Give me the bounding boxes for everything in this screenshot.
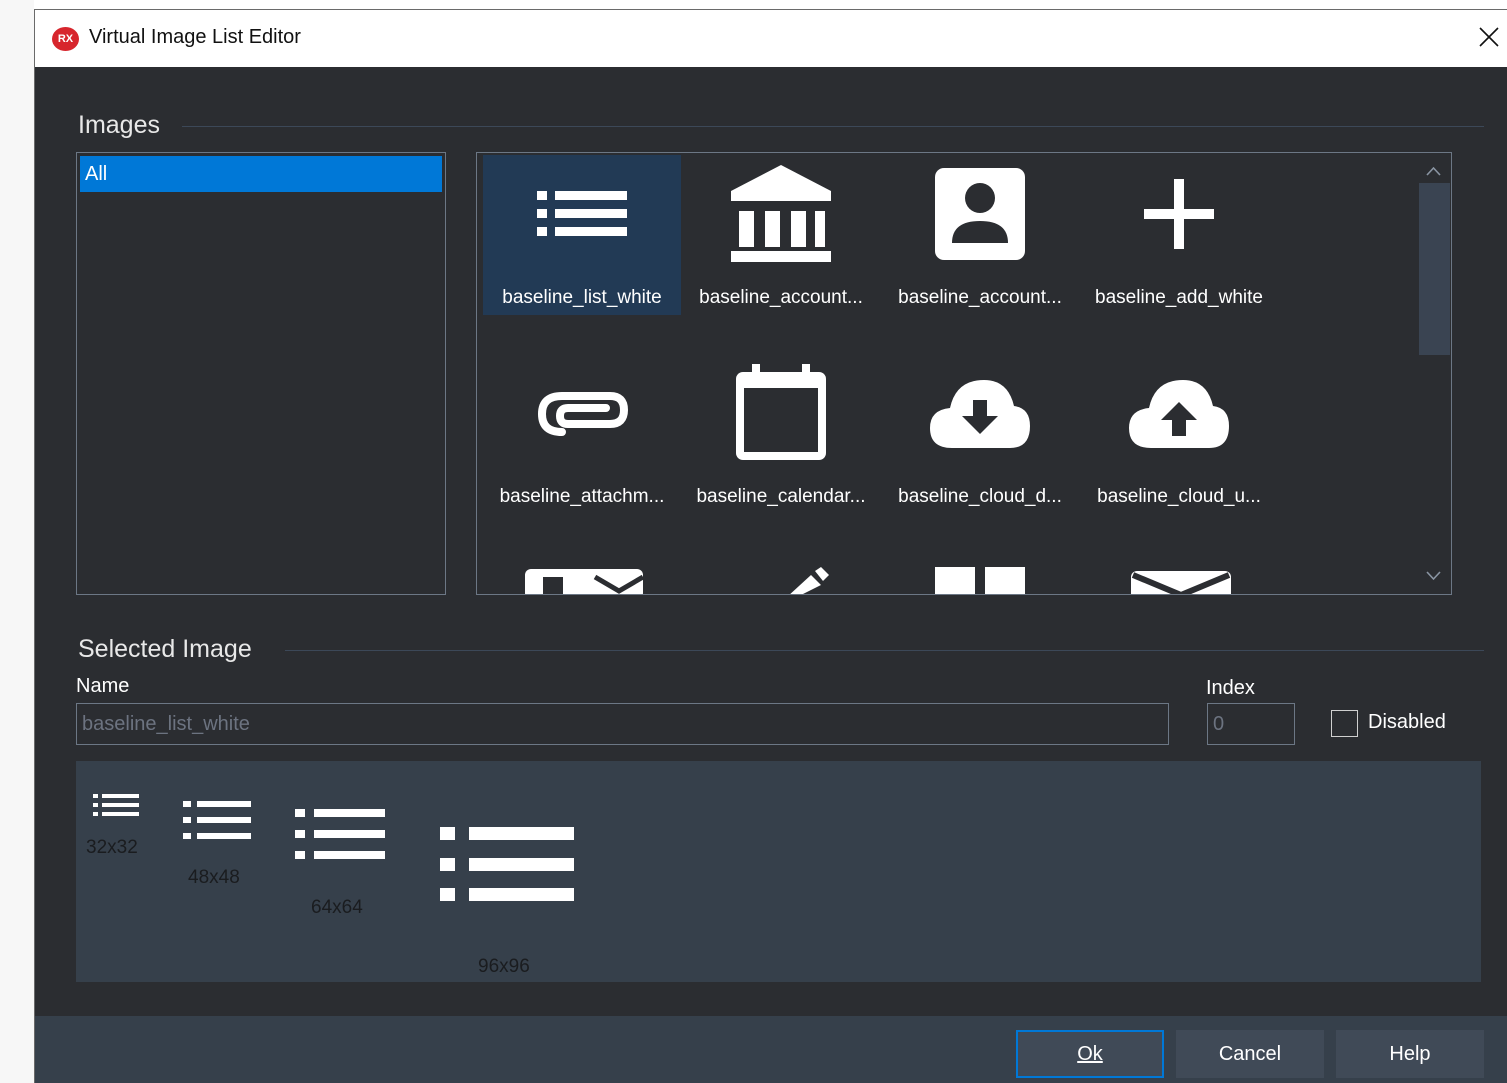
cancel-button[interactable]: Cancel xyxy=(1176,1030,1324,1078)
image-item-label: baseline_add_white xyxy=(1095,287,1263,308)
app-logo-icon: RX xyxy=(52,27,79,51)
category-item-all[interactable]: All xyxy=(80,156,442,192)
preview-size-label: 64x64 xyxy=(311,897,363,918)
add-icon xyxy=(1144,179,1214,249)
list-icon-32 xyxy=(93,794,139,816)
attachment-icon xyxy=(537,392,629,436)
account-balance-icon xyxy=(731,165,831,262)
cloud-download-icon xyxy=(930,380,1030,448)
close-button[interactable] xyxy=(1468,16,1507,60)
calendar-icon xyxy=(736,364,826,460)
image-item[interactable]: baseline_calendar... xyxy=(682,354,880,514)
ok-button[interactable]: Ok xyxy=(1016,1030,1164,1078)
image-item-label: baseline_account... xyxy=(699,287,863,308)
images-group-divider xyxy=(182,126,1484,127)
name-field[interactable]: baseline_list_white xyxy=(76,703,1169,745)
dialog-footer: Ok Cancel Help xyxy=(35,1016,1507,1083)
images-group-title: Images xyxy=(78,111,160,139)
mail-icon xyxy=(1131,571,1231,594)
preview-size-label: 96x96 xyxy=(478,956,530,977)
list-icon-48 xyxy=(183,801,251,839)
close-icon xyxy=(1479,27,1499,47)
edit-icon xyxy=(790,567,829,594)
contact-mail-icon xyxy=(525,569,645,594)
chevron-up-icon xyxy=(1426,166,1441,176)
image-item-label: baseline_calendar... xyxy=(696,486,866,507)
dialog-window: RX Virtual Image List Editor Images All … xyxy=(34,9,1507,1083)
account-box-icon xyxy=(935,168,1025,260)
image-item-label: baseline_cloud_d... xyxy=(898,486,1062,507)
image-item[interactable]: baseline_list_white xyxy=(483,155,681,315)
list-icon-64 xyxy=(295,809,385,859)
image-item[interactable]: baseline_cloud_u... xyxy=(1080,354,1278,514)
name-label: Name xyxy=(76,675,130,697)
image-item-label: baseline_list_white xyxy=(502,287,662,308)
index-label: Index xyxy=(1206,677,1255,699)
list-icon-96 xyxy=(440,827,574,901)
scroll-up-button[interactable] xyxy=(1415,157,1451,185)
index-field[interactable]: 0 xyxy=(1207,703,1295,745)
title-bar: RX Virtual Image List Editor xyxy=(35,10,1507,67)
selected-image-group-title: Selected Image xyxy=(78,635,252,663)
scroll-thumb[interactable] xyxy=(1419,183,1450,355)
disabled-checkbox-label[interactable]: Disabled xyxy=(1368,711,1446,734)
image-preview-panel: 32x32 48x48 64x64 96x96 xyxy=(76,761,1481,982)
image-item-label: baseline_attachm... xyxy=(499,486,665,507)
list-icon xyxy=(537,191,627,236)
disabled-checkbox[interactable] xyxy=(1331,710,1358,737)
image-item-label: baseline_cloud_u... xyxy=(1097,486,1261,507)
image-item[interactable]: baseline_attachm... xyxy=(483,354,681,514)
dashboard-icon xyxy=(935,567,1025,594)
image-item[interactable]: baseline_account... xyxy=(682,155,880,315)
image-item[interactable]: baseline_add_white xyxy=(1080,155,1278,315)
image-item[interactable]: baseline_account... xyxy=(881,155,1079,315)
window-title: Virtual Image List Editor xyxy=(89,26,301,48)
image-item[interactable]: baseline_cloud_d... xyxy=(881,354,1079,514)
scroll-down-button[interactable] xyxy=(1415,562,1451,590)
category-list[interactable]: All xyxy=(76,152,446,595)
image-grid[interactable]: baseline_list_white baseline_account... … xyxy=(476,152,1452,595)
help-button[interactable]: Help xyxy=(1336,1030,1484,1078)
preview-size-label: 32x32 xyxy=(86,837,138,858)
preview-size-label: 48x48 xyxy=(188,867,240,888)
cloud-upload-icon xyxy=(1129,380,1229,448)
image-item-label: baseline_account... xyxy=(898,287,1062,308)
background-window-strip xyxy=(0,0,34,1083)
chevron-down-icon xyxy=(1426,571,1441,581)
image-grid-scrollbar[interactable] xyxy=(1415,153,1451,594)
selected-image-group-divider xyxy=(285,650,1484,651)
